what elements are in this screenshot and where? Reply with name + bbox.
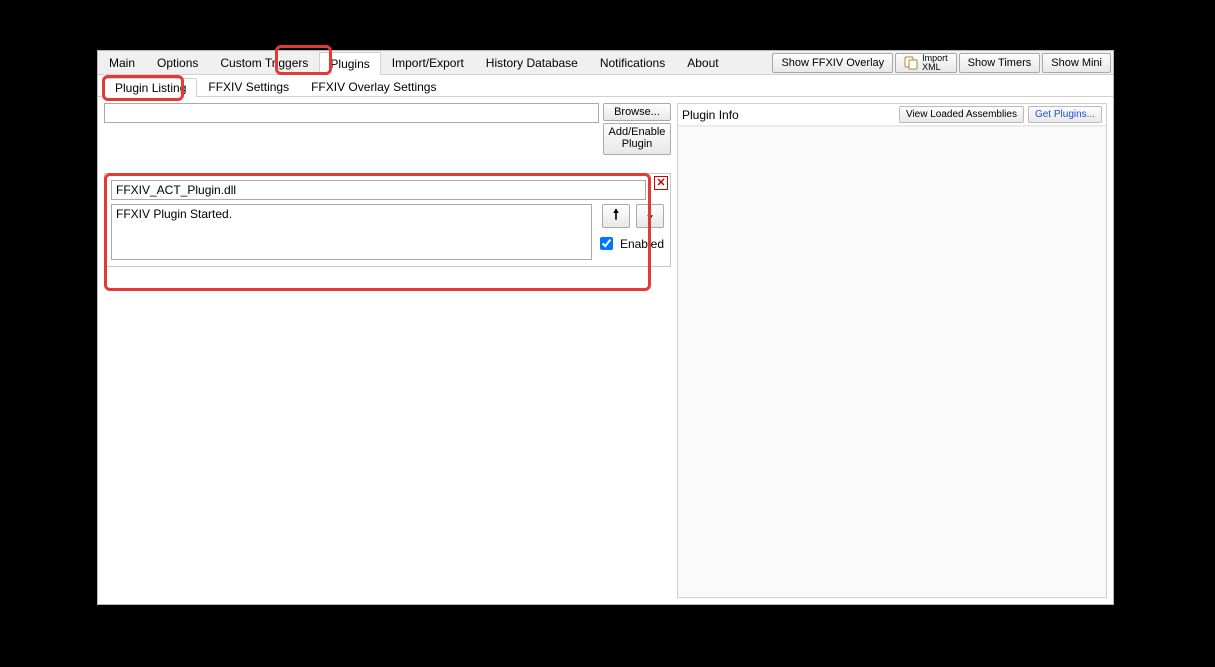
app-window: Main Options Custom Triggers Plugins Imp…	[97, 50, 1114, 605]
plugin-body: FFXIV Plugin Started. 🠕 🠗	[111, 204, 664, 260]
tab-options[interactable]: Options	[146, 51, 209, 74]
main-tabs: Main Options Custom Triggers Plugins Imp…	[98, 51, 772, 74]
right-pane: Plugin Info View Loaded Assemblies Get P…	[677, 103, 1107, 598]
enabled-checkbox[interactable]	[600, 237, 613, 250]
show-ffxiv-overlay-button[interactable]: Show FFXIV Overlay	[772, 53, 893, 73]
left-pane: Browse... Add/Enable Plugin ✕ FFXIV_ACT_…	[104, 103, 671, 598]
tab-main[interactable]: Main	[98, 51, 146, 74]
import-xml-label: Import XML	[922, 54, 948, 72]
show-mini-button[interactable]: Show Mini	[1042, 53, 1111, 73]
plugin-close-button[interactable]: ✕	[654, 176, 668, 190]
show-timers-button[interactable]: Show Timers	[959, 53, 1041, 73]
plugin-info-title: Plugin Info	[682, 108, 895, 122]
tab-history-database[interactable]: History Database	[475, 51, 589, 74]
import-xml-button[interactable]: Import XML	[895, 53, 957, 73]
plugin-card-wrap: ✕ FFXIV_ACT_Plugin.dll FFXIV Plugin Star…	[104, 173, 671, 267]
browse-buttons: Browse... Add/Enable Plugin	[603, 103, 671, 155]
subtab-ffxiv-overlay-settings[interactable]: FFXIV Overlay Settings	[300, 77, 447, 96]
content-area: Browse... Add/Enable Plugin ✕ FFXIV_ACT_…	[98, 97, 1113, 604]
add-enable-plugin-button[interactable]: Add/Enable Plugin	[603, 123, 671, 155]
tab-plugins[interactable]: Plugins	[319, 52, 380, 75]
close-icon: ✕	[656, 178, 665, 189]
move-down-button[interactable]: 🠗	[636, 204, 664, 228]
sub-tabs: Plugin Listing FFXIV Settings FFXIV Over…	[98, 75, 1113, 97]
subtab-ffxiv-settings[interactable]: FFXIV Settings	[197, 77, 300, 96]
plugin-name-field[interactable]: FFXIV_ACT_Plugin.dll	[111, 180, 646, 200]
enabled-row[interactable]: Enabled	[596, 234, 664, 253]
import-xml-icon	[904, 56, 918, 70]
plugin-controls: 🠕 🠗 Enabled	[598, 204, 664, 260]
move-up-button[interactable]: 🠕	[602, 204, 630, 228]
right-pane-header: Plugin Info View Loaded Assemblies Get P…	[678, 104, 1106, 126]
view-loaded-assemblies-button[interactable]: View Loaded Assemblies	[899, 106, 1024, 123]
browse-row: Browse... Add/Enable Plugin	[104, 103, 671, 155]
right-toolbar: Show FFXIV Overlay Import XML Show Timer…	[772, 51, 1113, 74]
get-plugins-button[interactable]: Get Plugins...	[1028, 106, 1102, 123]
plugin-log-box[interactable]: FFXIV Plugin Started.	[111, 204, 592, 260]
top-bar: Main Options Custom Triggers Plugins Imp…	[98, 51, 1113, 75]
browse-button[interactable]: Browse...	[603, 103, 671, 121]
arrow-down-icon: 🠗	[647, 204, 653, 228]
plugin-info-body	[678, 126, 1106, 597]
subtab-plugin-listing[interactable]: Plugin Listing	[104, 78, 197, 97]
arrow-up-icon: 🠕	[613, 204, 619, 228]
plugin-path-input[interactable]	[104, 103, 599, 123]
plugin-card: ✕ FFXIV_ACT_Plugin.dll FFXIV Plugin Star…	[104, 173, 671, 267]
tab-notifications[interactable]: Notifications	[589, 51, 676, 74]
tab-import-export[interactable]: Import/Export	[381, 51, 475, 74]
tab-about[interactable]: About	[676, 51, 729, 74]
enabled-label: Enabled	[620, 237, 664, 251]
tab-custom-triggers[interactable]: Custom Triggers	[209, 51, 319, 74]
plugin-arrow-row: 🠕 🠗	[602, 204, 664, 228]
